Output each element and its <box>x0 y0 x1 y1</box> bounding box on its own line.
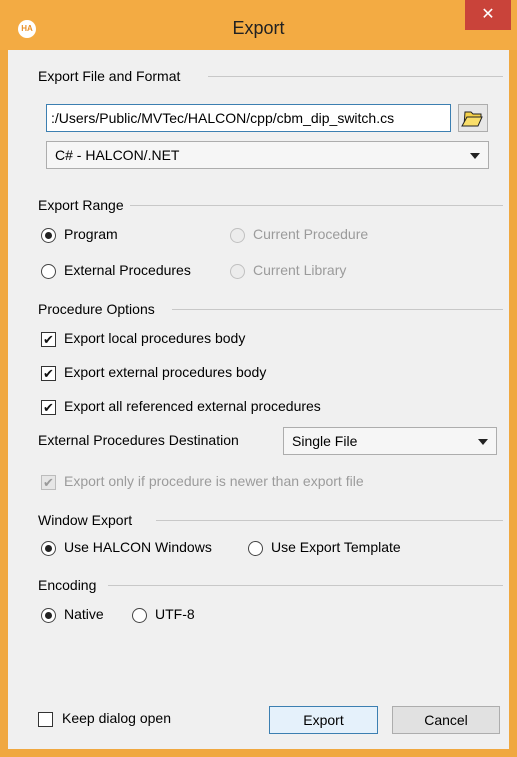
group-title-procedure-options: Procedure Options <box>38 301 155 317</box>
group-title-window-export: Window Export <box>38 512 133 528</box>
radio-current-procedure-label: Current Procedure <box>253 226 369 242</box>
export-path-input[interactable]: :/Users/Public/MVTec/HALCON/cpp/cbm_dip_… <box>46 104 451 132</box>
checkmark-icon: ✔ <box>43 400 54 415</box>
checkbox-external-body-label[interactable]: Export external procedures body <box>64 364 266 380</box>
checkmark-icon: ✔ <box>43 475 54 490</box>
checkmark-icon: ✔ <box>43 366 54 381</box>
checkbox-keep-dialog-open-label[interactable]: Keep dialog open <box>62 710 171 726</box>
close-icon: ✕ <box>481 6 495 23</box>
radio-use-export-template[interactable] <box>248 541 263 556</box>
chevron-down-icon <box>478 439 488 445</box>
group-title-encoding: Encoding <box>38 577 97 593</box>
divider <box>156 520 503 521</box>
radio-program-label[interactable]: Program <box>64 226 118 242</box>
close-button[interactable]: ✕ <box>465 0 511 30</box>
browse-folder-button[interactable] <box>458 104 488 132</box>
checkbox-all-referenced[interactable]: ✔ <box>41 400 56 415</box>
export-button[interactable]: Export <box>269 706 378 734</box>
checkbox-external-body[interactable]: ✔ <box>41 366 56 381</box>
divider <box>172 309 503 310</box>
radio-encoding-utf8[interactable] <box>132 608 147 623</box>
checkbox-all-referenced-label[interactable]: Export all referenced external procedure… <box>64 398 321 414</box>
radio-encoding-utf8-label[interactable]: UTF-8 <box>155 606 195 622</box>
checkbox-only-if-newer-label: Export only if procedure is newer than e… <box>64 473 364 489</box>
radio-use-export-template-label[interactable]: Use Export Template <box>271 539 401 555</box>
title-bar: HA Export ✕ <box>0 0 517 50</box>
radio-current-procedure <box>230 228 245 243</box>
dialog-body: Export File and Format :/Users/Public/MV… <box>8 50 509 749</box>
radio-use-halcon-windows[interactable] <box>41 541 56 556</box>
radio-external-procedures-label[interactable]: External Procedures <box>64 262 191 278</box>
format-select-value: C# - HALCON/.NET <box>55 147 180 163</box>
checkbox-local-body-label[interactable]: Export local procedures body <box>64 330 245 346</box>
cancel-button[interactable]: Cancel <box>392 706 500 734</box>
checkmark-icon: ✔ <box>43 332 54 347</box>
radio-external-procedures[interactable] <box>41 264 56 279</box>
radio-use-halcon-windows-label[interactable]: Use HALCON Windows <box>64 539 212 555</box>
chevron-down-icon <box>470 153 480 159</box>
checkbox-keep-dialog-open[interactable] <box>38 712 53 727</box>
radio-current-library-label: Current Library <box>253 262 347 278</box>
divider <box>108 585 503 586</box>
destination-select[interactable]: Single File <box>283 427 497 455</box>
format-select[interactable]: C# - HALCON/.NET <box>46 141 489 169</box>
radio-current-library <box>230 264 245 279</box>
radio-program[interactable] <box>41 228 56 243</box>
group-title-export-file: Export File and Format <box>38 68 181 84</box>
destination-select-value: Single File <box>292 433 358 449</box>
radio-encoding-native[interactable] <box>41 608 56 623</box>
export-dialog: HA Export ✕ Export File and Format :/Use… <box>0 0 517 757</box>
divider <box>130 205 503 206</box>
divider <box>208 76 503 77</box>
checkbox-only-if-newer: ✔ <box>41 475 56 490</box>
folder-open-icon <box>461 111 483 127</box>
radio-encoding-native-label[interactable]: Native <box>64 606 104 622</box>
group-title-export-range: Export Range <box>38 197 124 213</box>
window-title: Export <box>232 18 285 38</box>
checkbox-local-body[interactable]: ✔ <box>41 332 56 347</box>
destination-label: External Procedures Destination <box>38 432 239 448</box>
